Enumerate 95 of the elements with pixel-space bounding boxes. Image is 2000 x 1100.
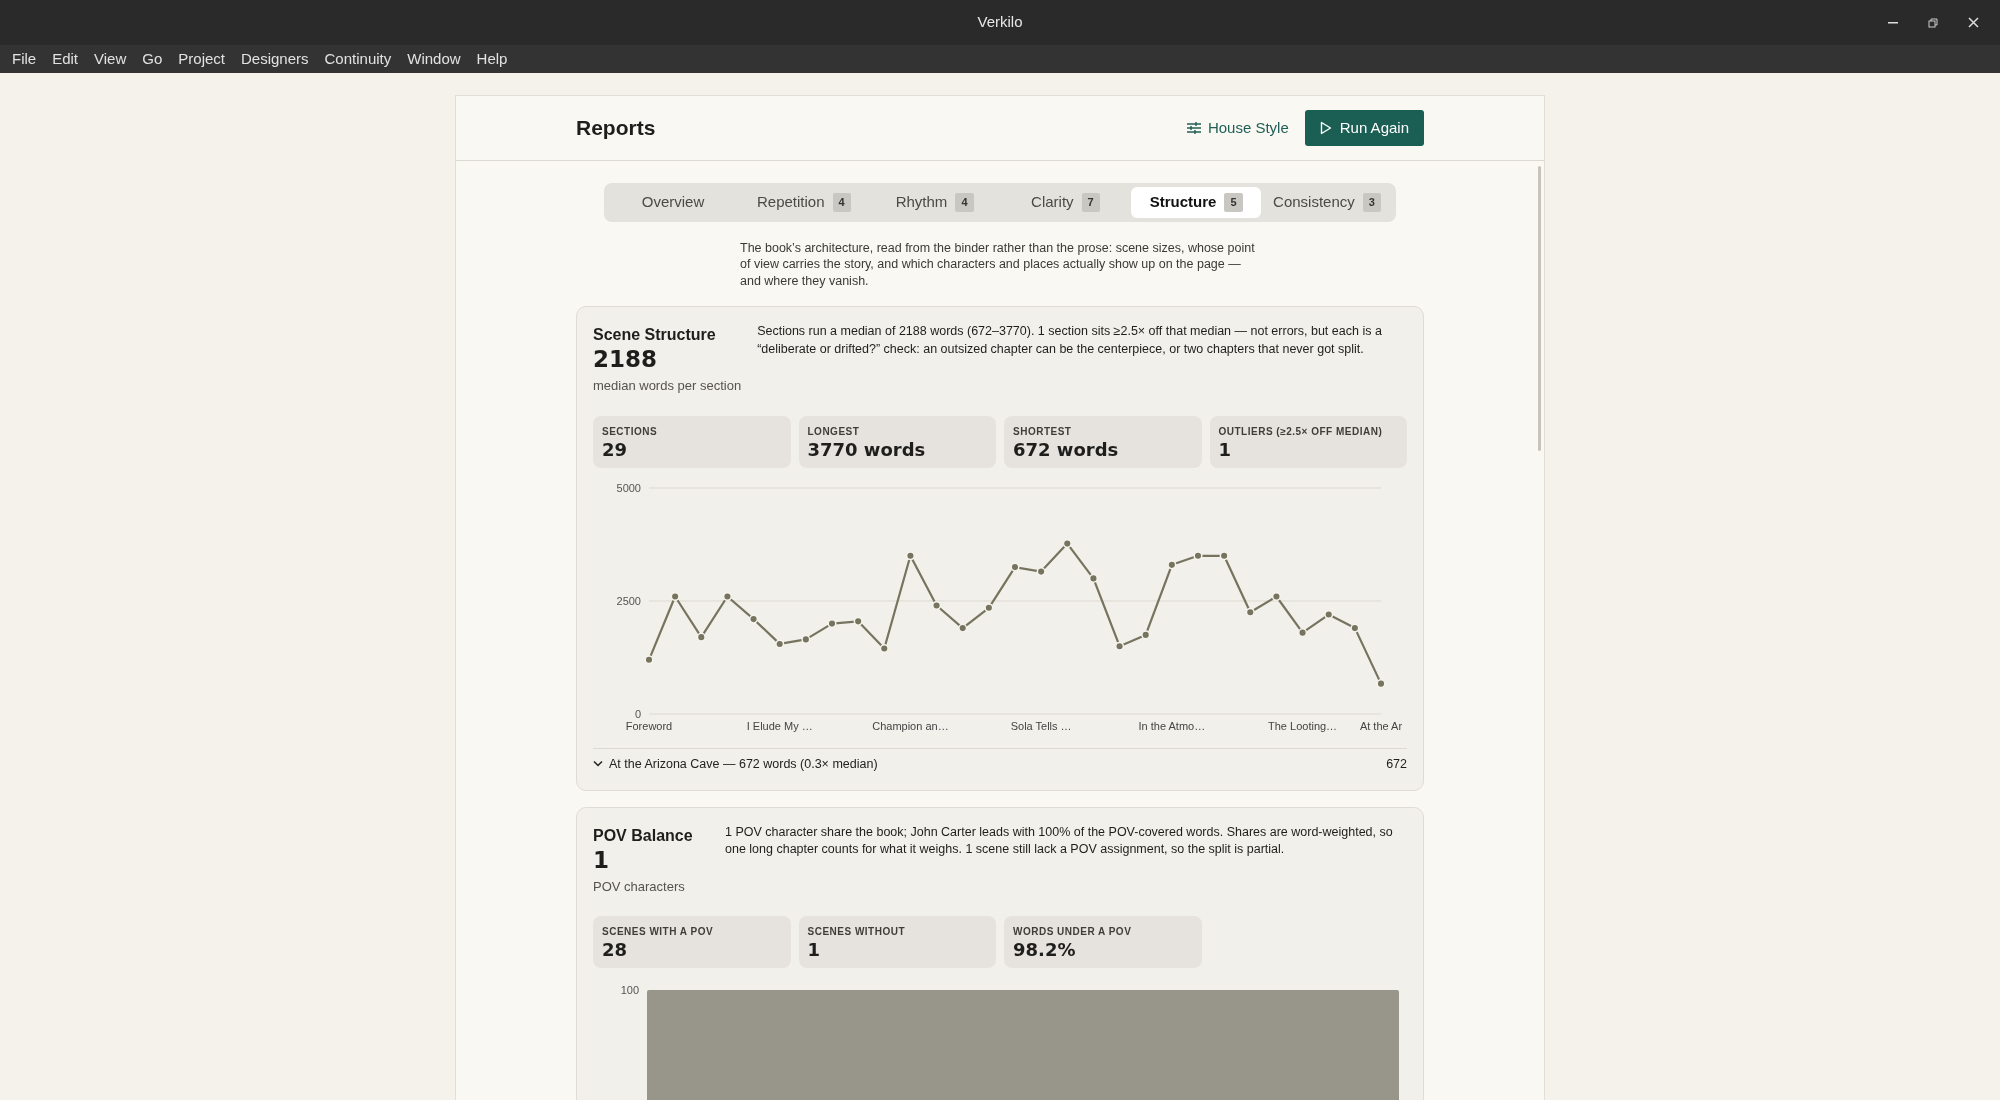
- axis-label: 0: [634, 707, 641, 720]
- data-point: [696, 632, 706, 642]
- data-point: [1376, 679, 1386, 689]
- section-title: POV Balance: [593, 825, 694, 846]
- menu-item[interactable]: File: [4, 47, 45, 71]
- stat-value: 29: [602, 438, 629, 461]
- axis-label: The Looting…: [1268, 719, 1338, 732]
- run-again-button[interactable]: Run Again: [1304, 109, 1424, 147]
- data-point: [932, 600, 942, 610]
- count-badge: 4: [832, 193, 851, 212]
- menu-item[interactable]: Designers: [233, 47, 317, 71]
- axis-label: At the Ar: [1359, 719, 1403, 732]
- stat-label: OUTLIERS (≥2.5× OFF MEDIAN): [1218, 424, 1384, 439]
- data-point: [1350, 623, 1360, 633]
- close-icon: [1967, 17, 1979, 28]
- menu-item[interactable]: View: [86, 47, 135, 71]
- stat-value: 672 words: [1013, 438, 1120, 461]
- tab[interactable]: Consistency 3: [1262, 187, 1392, 218]
- data-point: [722, 591, 732, 601]
- house-style-button[interactable]: House Style: [1178, 109, 1297, 147]
- data-point: [1271, 591, 1281, 601]
- data-point: [1062, 538, 1072, 549]
- axis-label: Foreword: [625, 719, 673, 732]
- page-title: Reports: [576, 115, 656, 141]
- section-title: Scene Structure: [593, 325, 717, 346]
- stat-value: 98.2%: [1013, 939, 1077, 962]
- metric-value: 2188: [593, 347, 658, 373]
- data-point: [827, 618, 837, 629]
- tab[interactable]: Structure 5: [1131, 187, 1262, 218]
- axis-label: 2500: [616, 594, 641, 607]
- axis-label: In the Atmo…: [1138, 719, 1206, 732]
- menu-item[interactable]: Project: [170, 47, 233, 71]
- description-text: The book’s architecture, read from the binder rather than the prose: scene sizes, whose point of view carries the story, and which characters and places actually show up on the page — and where they vanish.: [740, 239, 1256, 291]
- stat-value: 28: [602, 939, 629, 962]
- data-point: [853, 616, 863, 626]
- data-point: [879, 643, 889, 653]
- axis-label: Champion an…: [872, 719, 949, 732]
- stat-label: LONGEST: [807, 424, 861, 439]
- data-point: [1167, 560, 1177, 570]
- data-point: [1193, 551, 1203, 561]
- data-point: [958, 623, 968, 633]
- data-point: [1245, 607, 1255, 617]
- stat-label: WORDS UNDER A POV: [1013, 925, 1133, 940]
- data-point: [1010, 562, 1020, 572]
- minimize-icon: [1888, 21, 1898, 24]
- menu-item[interactable]: Go: [134, 47, 171, 71]
- data-point: [644, 655, 654, 665]
- data-point: [775, 639, 785, 649]
- metric-caption: POV characters: [593, 877, 686, 896]
- data-point: [1324, 609, 1334, 620]
- menu-item[interactable]: Help: [468, 47, 516, 71]
- stat-label: SHORTEST: [1013, 424, 1073, 439]
- metric-value: 1: [593, 847, 610, 873]
- count-badge: 5: [1224, 193, 1243, 212]
- data-point: [670, 591, 680, 601]
- tab[interactable]: Repetition 4: [738, 187, 869, 218]
- stat-value: 3770 words: [807, 438, 927, 461]
- data-point: [1115, 641, 1125, 651]
- axis-label: 5000: [616, 481, 641, 494]
- menu-item[interactable]: Continuity: [316, 47, 400, 71]
- count-badge: 3: [1362, 193, 1381, 212]
- tab[interactable]: Overview: [608, 187, 738, 218]
- stat-label: SCENES WITH A POV: [602, 925, 715, 940]
- stat-label: SCENES WITHOUT: [807, 925, 907, 940]
- menu-item[interactable]: Edit: [44, 47, 87, 71]
- stat-value: 1: [807, 939, 822, 962]
- scrollbar[interactable]: [1538, 166, 1541, 451]
- data-point: [749, 614, 759, 624]
- play-icon: [1319, 121, 1332, 135]
- metric-caption: median words per section: [593, 377, 742, 396]
- axis-label: 100: [619, 985, 640, 998]
- data-point: [1298, 628, 1308, 638]
- data-point: [801, 634, 811, 644]
- count-badge: 7: [1081, 193, 1100, 212]
- data-point: [1141, 630, 1151, 640]
- data-point: [1036, 567, 1046, 577]
- window-title: Verkilo: [977, 12, 1023, 33]
- data-point: [1088, 573, 1098, 583]
- outlier-row[interactable]: At the Arizona Cave — 672 words (0.3× median): [593, 754, 878, 774]
- summary-text: Sections run a median of 2188 words (672–3770). 1 section sits ≥2.5× off that median — not errors, but each is a “deliberate or drifted?” check: an outsized chapter can be the centerpiece, or two chapters that never got split.: [757, 323, 1383, 358]
- count-badge: 4: [955, 193, 974, 212]
- data-point: [1219, 551, 1229, 561]
- data-point: [905, 551, 915, 561]
- tab[interactable]: Rhythm 4: [869, 187, 1000, 218]
- outlier-value: 672: [1386, 755, 1407, 773]
- data-point: [984, 603, 994, 613]
- summary-text: 1 POV character share the book; John Carter leads with 100% of the POV-covered words. Shares are word-weighted, so one long chapter counts for what it weighs. 1 scene still lack a POV assignment, so the split is partial.: [725, 823, 1394, 859]
- axis-label: Sola Tells …: [1010, 719, 1072, 732]
- stat-value: 1: [1218, 438, 1233, 461]
- menu-item[interactable]: Window: [399, 47, 469, 71]
- stat-label: SECTIONS: [602, 424, 659, 439]
- axis-label: I Elude My …: [746, 719, 813, 732]
- tab[interactable]: Clarity 7: [1000, 187, 1131, 218]
- sliders-icon: [1186, 122, 1201, 134]
- restore-icon: [1928, 17, 1938, 28]
